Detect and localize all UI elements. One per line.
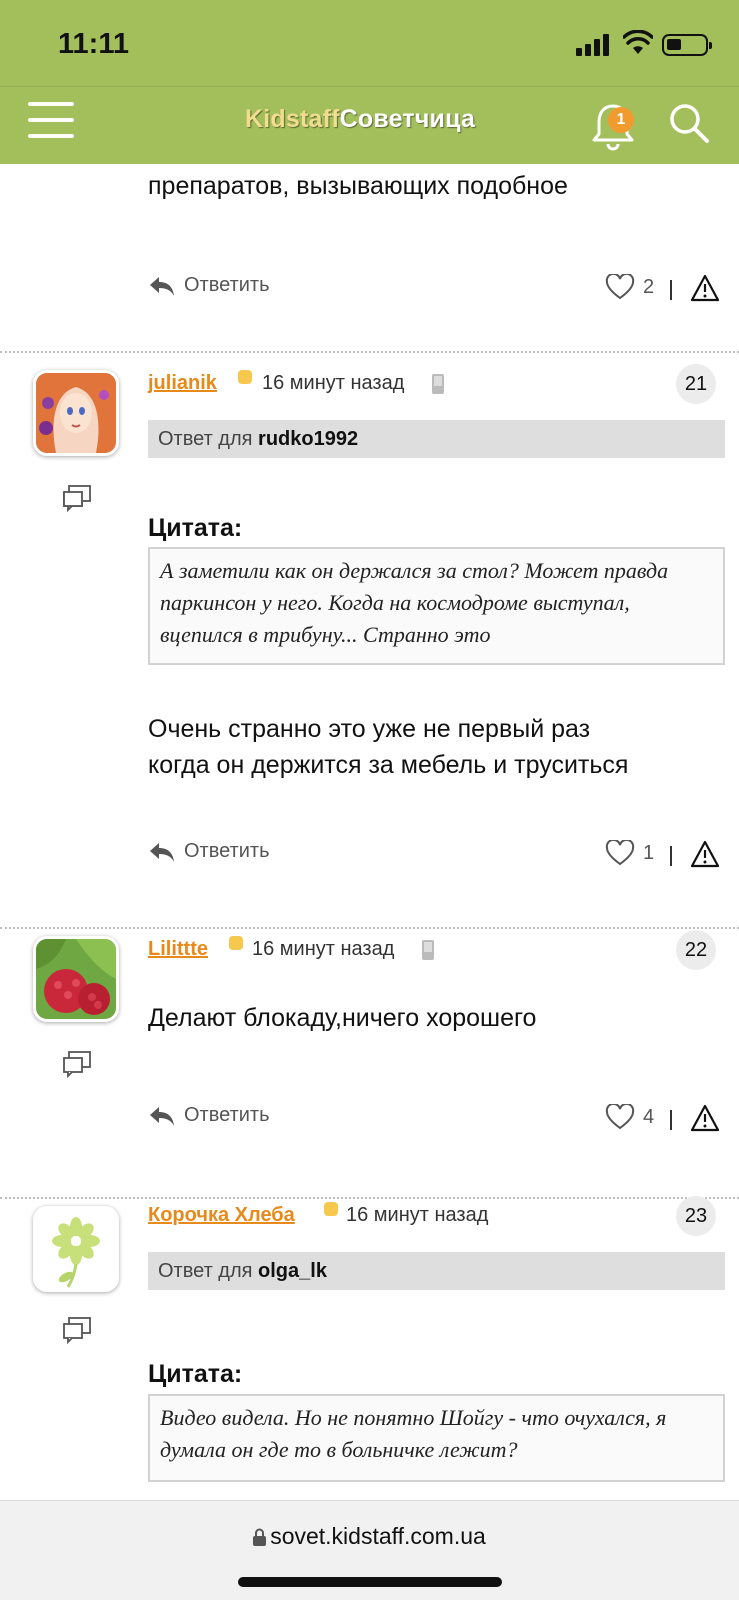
avatar[interactable] (33, 370, 119, 456)
warning-icon[interactable] (690, 840, 720, 868)
like-count: 1 (643, 841, 655, 864)
post-text: когда он держится за мебель и труситься (148, 751, 629, 779)
reply-label: Ответить (184, 274, 270, 296)
quote-icon[interactable] (62, 484, 92, 512)
post-author[interactable]: Корочка Хлеба (148, 1204, 295, 1227)
comments-feed: препаратов, вызывающих подобное Ответить… (0, 164, 739, 1500)
post-text: препаратов, вызывающих подобное (148, 172, 568, 200)
heart-icon (605, 1104, 635, 1130)
online-indicator (238, 370, 252, 384)
url-field[interactable]: sovet.kidstaff.com.ua (0, 1523, 739, 1550)
post-author[interactable]: Lilittte (148, 938, 208, 961)
heart-icon (605, 274, 635, 300)
logo-part-sovetchitsa: Советчица (339, 105, 476, 133)
online-indicator (324, 1202, 338, 1216)
avatar[interactable] (33, 1206, 119, 1292)
post-time: 16 минут назад (346, 1204, 489, 1226)
like-count: 4 (643, 1105, 655, 1128)
reply-to-bar[interactable]: Ответ для rudko1992 (148, 420, 725, 458)
post-number[interactable]: 21 (676, 364, 716, 404)
wifi-icon (623, 30, 653, 54)
avatar-image (36, 373, 116, 453)
reply-arrow-icon (150, 276, 174, 296)
menu-button[interactable] (28, 102, 74, 138)
battery-icon (662, 34, 712, 56)
notification-badge[interactable]: 1 (608, 107, 634, 133)
post-number[interactable]: 23 (676, 1196, 716, 1236)
avatar-image (36, 939, 116, 1019)
avatar[interactable] (33, 936, 119, 1022)
app-header: 11:11 KidstaffСоветчица 1 (0, 0, 739, 164)
reply-to-bar[interactable]: Ответ для olga_lk (148, 1252, 725, 1290)
quote-icon[interactable] (62, 1316, 92, 1344)
reply-to-user[interactable]: olga_lk (258, 1260, 327, 1282)
browser-url-bar[interactable]: sovet.kidstaff.com.ua (0, 1500, 739, 1600)
quote-box: Видео видела. Но не понятно Шойгу - что … (148, 1394, 725, 1482)
post-time: 16 минут назад (252, 938, 395, 960)
url-text: sovet.kidstaff.com.ua (270, 1523, 486, 1549)
reply-to-prefix: Ответ для (158, 428, 253, 450)
reply-label: Ответить (184, 840, 270, 862)
status-bar: 11:11 (0, 0, 739, 88)
like-button[interactable]: 4 (605, 1104, 654, 1130)
search-icon[interactable] (668, 102, 710, 144)
post-text: Делают блокаду,ничего хорошего (148, 1004, 537, 1032)
quote-title: Цитата: (148, 514, 243, 542)
reply-button[interactable]: Ответить (148, 1104, 270, 1127)
reply-button[interactable]: Ответить (148, 840, 270, 863)
logo-part-kidstaff: Kidstaff (245, 105, 340, 133)
reply-label: Ответить (184, 1104, 270, 1126)
heart-icon (605, 840, 635, 866)
post-time: 16 минут назад (262, 372, 405, 394)
reply-arrow-icon (150, 842, 174, 862)
quote-icon[interactable] (62, 1050, 92, 1078)
quote-title: Цитата: (148, 1360, 243, 1388)
site-logo[interactable]: KidstaffСоветчица (245, 105, 475, 134)
warning-icon[interactable] (690, 274, 720, 302)
reply-to-user[interactable]: rudko1992 (258, 428, 358, 450)
warning-icon[interactable] (690, 1104, 720, 1132)
post-text: Очень странно это уже не первый раз (148, 715, 591, 743)
like-count: 2 (643, 275, 655, 298)
reply-button[interactable]: Ответить (148, 274, 270, 297)
status-time: 11:11 (58, 28, 129, 60)
post-number[interactable]: 22 (676, 930, 716, 970)
mobile-device-icon (432, 374, 444, 394)
post-author[interactable]: julianik (148, 372, 217, 395)
avatar-image (36, 1209, 116, 1289)
reply-to-prefix: Ответ для (158, 1260, 253, 1282)
online-indicator (229, 936, 243, 950)
quote-box: А заметили как он держался за стол? Може… (148, 547, 725, 665)
signal-icon (576, 34, 616, 56)
home-indicator[interactable] (238, 1577, 502, 1587)
mobile-device-icon (422, 940, 434, 960)
like-button[interactable]: 2 (605, 274, 654, 300)
lock-icon (253, 1528, 267, 1546)
reply-arrow-icon (150, 1106, 174, 1126)
like-button[interactable]: 1 (605, 840, 654, 866)
